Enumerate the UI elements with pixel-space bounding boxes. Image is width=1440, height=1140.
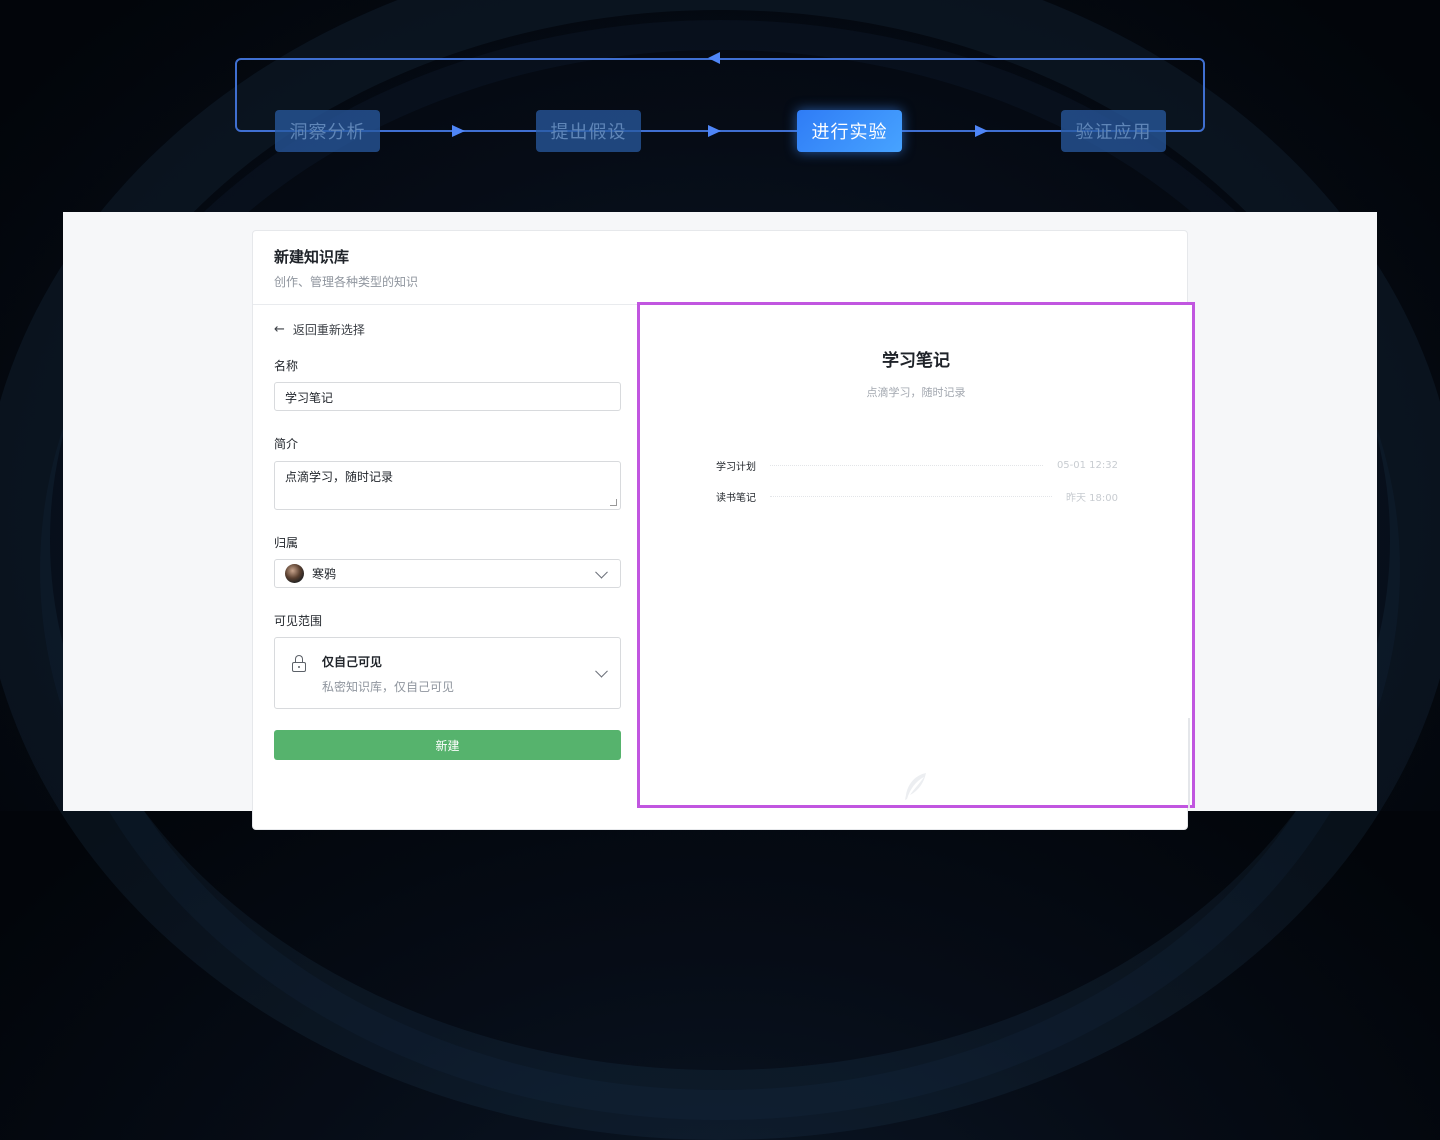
avatar — [285, 564, 304, 583]
preview-doc-time: 05-01 12:32 — [1056, 460, 1118, 471]
name-input-value: 学习笔记 — [285, 391, 334, 405]
preview-doc-row: 学习计划 05-01 12:32 — [716, 458, 1118, 473]
workflow-step-2: 提出假设 — [536, 110, 641, 152]
page-title: 新建知识库 — [274, 248, 350, 266]
dotted-leader — [770, 496, 1052, 497]
knowledge-base-preview: 学习笔记 点滴学习，随时记录 学习计划 05-01 12:32 读书笔记 昨天 … — [637, 302, 1195, 808]
feather-icon — [905, 773, 926, 800]
workflow-step-4: 验证应用 — [1061, 110, 1166, 152]
owner-label: 归属 — [274, 536, 299, 550]
visibility-select[interactable]: 仅自己可见 私密知识库，仅自己可见 — [274, 637, 621, 709]
preview-doc-time: 昨天 18:00 — [1066, 493, 1118, 504]
preview-doc-name: 学习计划 — [716, 462, 756, 473]
chevron-down-icon — [595, 565, 608, 579]
preview-doc-row: 读书笔记 昨天 18:00 — [716, 489, 1118, 504]
lock-icon — [292, 655, 306, 672]
resize-handle-icon[interactable] — [610, 499, 617, 506]
chevron-down-icon — [595, 664, 608, 678]
arrow-left-icon: ← — [274, 322, 285, 337]
visibility-option-title: 仅自己可见 — [322, 655, 383, 669]
visibility-label: 可见范围 — [274, 614, 323, 628]
preview-doc-name: 读书笔记 — [716, 493, 756, 504]
intro-label: 简介 — [274, 437, 299, 451]
dotted-leader — [770, 465, 1043, 466]
intro-textarea-value: 点滴学习，随时记录 — [285, 470, 394, 484]
page-subtitle: 创作、管理各种类型的知识 — [274, 275, 419, 289]
visibility-option-desc: 私密知识库，仅自己可见 — [322, 680, 455, 694]
loop-arrow-icon — [708, 52, 720, 64]
preview-title: 学习笔记 — [882, 351, 950, 371]
workflow-loop-line — [235, 58, 1205, 132]
back-button[interactable]: ← 返回重新选择 — [274, 321, 365, 338]
name-input[interactable]: 学习笔记 — [274, 382, 621, 411]
flow-arrow-icon — [975, 125, 988, 137]
back-label: 返回重新选择 — [292, 323, 365, 337]
owner-select-value: 寒鸦 — [312, 567, 337, 581]
preview-subtitle: 点滴学习，随时记录 — [866, 386, 966, 399]
workflow-step-3-active: 进行实验 — [797, 110, 902, 152]
flow-arrow-icon — [452, 125, 465, 137]
intro-textarea[interactable]: 点滴学习，随时记录 — [274, 461, 621, 510]
workflow-step-1: 洞察分析 — [275, 110, 380, 152]
scrollbar[interactable] — [1188, 718, 1190, 808]
owner-select[interactable]: 寒鸦 — [274, 559, 621, 588]
create-button[interactable]: 新建 — [274, 730, 621, 760]
name-label: 名称 — [274, 359, 299, 373]
flow-arrow-icon — [708, 125, 721, 137]
